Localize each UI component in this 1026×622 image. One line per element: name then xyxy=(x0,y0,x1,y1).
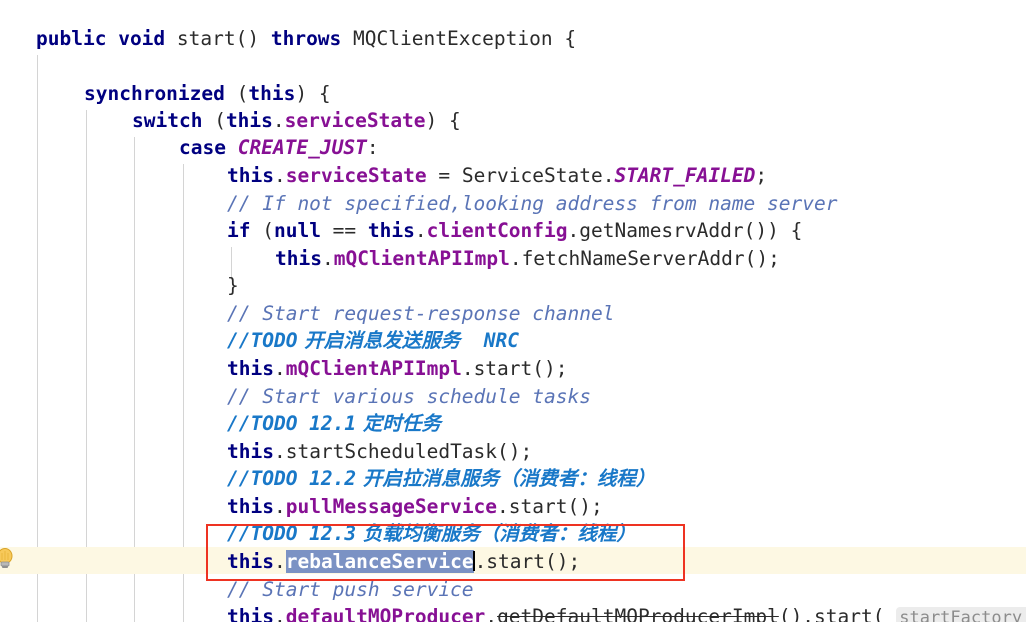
token-equality-op: == xyxy=(320,219,368,242)
token-dot: . xyxy=(273,164,286,187)
token-dot: . xyxy=(273,550,286,573)
code-line-22[interactable]: this.defaultMQProducer.getDefaultMQProdu… xyxy=(227,603,1026,622)
code-editor[interactable]: public void start() throws MQClientExcep… xyxy=(0,0,1026,622)
token-comment: // If not specified,looking address from… xyxy=(227,192,838,215)
token-this: this xyxy=(225,109,273,132)
token-keyword-switch: switch xyxy=(132,109,203,132)
token-field-mQClientAPIImpl: mQClientAPIImpl xyxy=(333,247,510,270)
token-paren-open: ( xyxy=(250,219,274,242)
code-line-6[interactable]: this.serviceState = ServiceState.START_F… xyxy=(227,162,767,189)
token-colon: : xyxy=(366,136,379,159)
code-line-7[interactable]: // If not specified,looking address from… xyxy=(227,190,837,217)
token-field-clientConfig: clientConfig xyxy=(426,219,568,242)
token-field-defaultMQProducer: defaultMQProducer xyxy=(285,605,486,622)
token-this: this xyxy=(367,219,415,242)
token-this: this xyxy=(227,550,274,573)
token-call-start: .start(); xyxy=(497,495,603,518)
token-keyword-void: void xyxy=(118,27,166,50)
token-field-serviceState: serviceState xyxy=(284,109,426,132)
token-dot: . xyxy=(273,605,286,622)
code-line-13[interactable]: this.mQClientAPIImpl.start(); xyxy=(227,355,568,382)
inlay-hint-startFactory: startFactory: xyxy=(896,607,1026,622)
code-line-16[interactable]: this.startScheduledTask(); xyxy=(227,438,532,465)
token-constant-create-just: CREATE_JUST xyxy=(237,136,367,159)
token-this: this xyxy=(227,440,274,463)
token-dot: . xyxy=(414,219,427,242)
token-semicolon: ; xyxy=(755,164,768,187)
token-keyword-case: case xyxy=(179,136,226,159)
code-line-12[interactable]: //TODO 开启消息发送服务 NRC xyxy=(227,327,519,354)
token-constant-start-failed: START_FAILED xyxy=(614,164,756,187)
token-keyword-synchronized: synchronized xyxy=(84,82,225,105)
code-line-5[interactable]: case CREATE_JUST: xyxy=(179,134,379,161)
code-line-17[interactable]: //TODO 12.2 开启拉消息服务（消费者：线程） xyxy=(227,465,655,492)
token-paren-open: ( xyxy=(224,82,249,105)
token-dot: . xyxy=(321,247,334,270)
token-this: this xyxy=(275,247,322,270)
token-comment: // Start request-response channel xyxy=(227,302,615,325)
token-field-serviceState: serviceState xyxy=(285,164,427,187)
code-line-19[interactable]: //TODO 12.3 负载均衡服务（消费者：线程） xyxy=(227,520,636,547)
token-call-fetchNameServerAddr: .fetchNameServerAddr(); xyxy=(509,247,780,270)
token-call-start: .start(); xyxy=(461,357,568,380)
token-this: this xyxy=(227,164,274,187)
token-todo-text-cjk: 开启拉消息服务（消费者：线程） xyxy=(356,467,656,490)
code-line-4[interactable]: switch (this.serviceState) { xyxy=(132,107,461,134)
code-line-20[interactable]: this.rebalanceService.start(); xyxy=(227,548,580,575)
token-brace-close: } xyxy=(227,274,239,297)
token-this: this xyxy=(227,495,274,518)
token-todo-text-cjk: 开启消息发送服务 xyxy=(297,329,461,352)
token-assign-servicestate: = ServiceState. xyxy=(426,164,615,187)
token-paren-open: ( xyxy=(202,109,226,132)
token-deprecated-getDefaultMQProducerImpl: getDefaultMQProducerImpl xyxy=(497,605,779,622)
token-this: this xyxy=(227,357,274,380)
token-dot: . xyxy=(273,495,286,518)
token-call-start: ().start( xyxy=(778,605,897,622)
token-dot: . xyxy=(485,605,498,622)
token-todo-tag: //TODO 12.1 xyxy=(227,412,357,435)
token-this: this xyxy=(248,82,296,105)
code-line-1[interactable]: public void start() throws MQClientExcep… xyxy=(36,25,576,52)
code-line-8[interactable]: if (null == this.clientConfig.getNamesrv… xyxy=(227,217,802,244)
token-call-getNamesrvAddr: .getNamesrvAddr()) { xyxy=(567,219,803,242)
token-call-start: .start(); xyxy=(474,550,581,573)
token-keyword-throws: throws xyxy=(270,27,342,50)
code-content[interactable]: public void start() throws MQClientExcep… xyxy=(0,0,1026,622)
token-comment: // Start various schedule tasks xyxy=(227,385,591,408)
code-line-21[interactable]: // Start push service xyxy=(227,576,474,603)
token-paren-close-brace: ) { xyxy=(295,82,331,105)
code-line-15[interactable]: //TODO 12.1 定时任务 xyxy=(227,410,441,437)
code-line-18[interactable]: this.pullMessageService.start(); xyxy=(227,493,603,520)
token-exception-type: MQClientException { xyxy=(341,27,577,50)
token-dot: . xyxy=(273,357,286,380)
code-line-10[interactable]: } xyxy=(227,272,239,299)
token-todo-tag: //TODO 12.3 xyxy=(227,522,357,545)
token-comment: // Start push service xyxy=(227,578,474,601)
token-field-mQClientAPIImpl: mQClientAPIImpl xyxy=(285,357,462,380)
token-todo-tag: //TODO 12.2 xyxy=(227,467,357,490)
token-keyword-public: public xyxy=(36,27,107,50)
code-line-11[interactable]: // Start request-response channel xyxy=(227,300,614,327)
token-todo-suffix: NRC xyxy=(460,329,519,352)
token-keyword-if: if xyxy=(227,219,251,242)
token-this: this xyxy=(227,605,274,622)
token-call-startScheduledTask: .startScheduledTask(); xyxy=(273,440,533,463)
code-line-14[interactable]: // Start various schedule tasks xyxy=(227,383,591,410)
token-todo-text-cjk: 定时任务 xyxy=(356,412,441,435)
code-line-3[interactable]: synchronized (this) { xyxy=(84,80,331,107)
token-todo-text-cjk: 负载均衡服务（消费者：线程） xyxy=(356,522,636,545)
selected-text-rebalanceService[interactable]: rebalanceService xyxy=(285,550,474,573)
token-keyword-null: null xyxy=(273,219,321,242)
token-todo-tag: //TODO xyxy=(227,329,298,352)
token-paren-close-brace: ) { xyxy=(425,109,461,132)
token-method-start: start() xyxy=(165,27,271,50)
token-field-pullMessageService: pullMessageService xyxy=(285,495,498,518)
token-dot: . xyxy=(272,109,285,132)
code-line-9[interactable]: this.mQClientAPIImpl.fetchNameServerAddr… xyxy=(275,245,780,272)
